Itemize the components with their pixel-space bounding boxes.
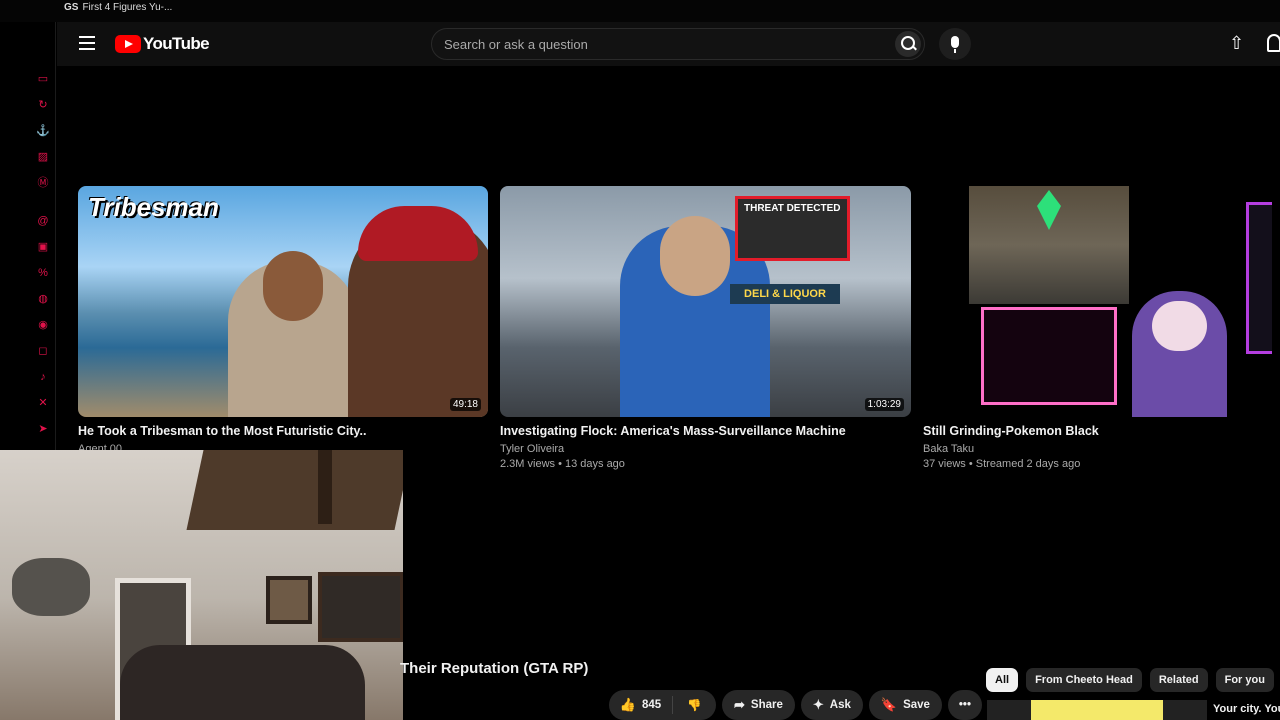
- ask-button[interactable]: ✦ Ask: [800, 690, 863, 720]
- video-thumbnail-1[interactable]: Tribesman 49:18: [78, 186, 488, 417]
- thumbnail-image: [1031, 700, 1163, 720]
- chair: [120, 645, 365, 720]
- ceiling-beam: [318, 450, 332, 524]
- up-next-thumbnail[interactable]: [987, 700, 1207, 720]
- anchor-icon[interactable]: ⚓: [36, 124, 50, 138]
- video-title[interactable]: Still Grinding-Pokemon Black: [923, 424, 1099, 438]
- youtube-play-icon: [115, 35, 141, 53]
- tiktok-icon[interactable]: ♪: [36, 370, 50, 384]
- browser-tab[interactable]: GS First 4 Figures Yu-...: [64, 2, 172, 13]
- search-bar[interactable]: Search or ask a question: [431, 28, 925, 60]
- discord-icon[interactable]: ◉: [36, 318, 50, 332]
- thumbs-up-icon: 👍: [619, 697, 636, 712]
- up-next-title[interactable]: Your city. Your: [1213, 703, 1280, 715]
- instagram-icon[interactable]: ◻: [36, 344, 50, 358]
- thumbnail-text: Tribesman: [88, 192, 220, 222]
- upload-icon[interactable]: ⇧: [1229, 34, 1245, 54]
- duration-badge: 49:18: [449, 398, 481, 411]
- tab-title: First 4 Figures Yu-...: [82, 2, 173, 13]
- wall-plant: [12, 558, 90, 616]
- chip-related[interactable]: Related: [1149, 668, 1208, 692]
- chip-from-channel[interactable]: From Cheeto Head: [1026, 668, 1142, 692]
- chip-all[interactable]: All: [986, 668, 1019, 692]
- more-options-icon[interactable]: •••: [947, 690, 982, 720]
- refresh-icon[interactable]: ↻: [36, 98, 50, 112]
- picture-frame: [318, 572, 403, 642]
- gem-icon: [1037, 190, 1061, 230]
- chip-for-you[interactable]: For you: [1215, 668, 1274, 692]
- like-button[interactable]: 👍 845: [609, 696, 673, 714]
- twitch-icon[interactable]: ▣: [36, 240, 50, 254]
- bookmark-icon: 🔖: [880, 697, 898, 712]
- hamburger-menu-icon[interactable]: [79, 36, 95, 50]
- gamepad-icon[interactable]: ▭: [36, 72, 50, 86]
- video-thumbnail-2[interactable]: THREAT DETECTED DELI & LIQUOR 1:03:29: [500, 186, 911, 417]
- vtuber-avatar: [1132, 291, 1227, 417]
- ask-label: Ask: [829, 699, 851, 711]
- thumbs-down-icon: 👎: [687, 700, 702, 712]
- tab-prefix: GS: [64, 2, 79, 13]
- filter-chips: All From Cheeto Head Related For you R: [986, 668, 1280, 692]
- x-icon[interactable]: ✕: [36, 396, 50, 410]
- like-dislike-group: 👍 845 👎: [609, 690, 716, 720]
- channel-name[interactable]: Agent 00: [78, 443, 122, 450]
- m-icon[interactable]: Ⓜ: [36, 176, 50, 190]
- player-video-title: Their Reputation (GTA RP): [400, 660, 589, 677]
- thumbnail-figure: [348, 206, 488, 417]
- dislike-button[interactable]: 👎: [673, 698, 716, 712]
- taskbar: GS First 4 Figures Yu-...: [0, 0, 1280, 22]
- thumbnail-figure: [228, 251, 358, 417]
- search-input[interactable]: Search or ask a question: [444, 37, 588, 52]
- share-icon: ➦: [734, 697, 745, 712]
- sparkle-icon: ✦: [812, 697, 824, 712]
- whatsapp-icon[interactable]: ◍: [36, 292, 50, 306]
- game-screen-top: [969, 186, 1129, 304]
- notifications-bell-icon[interactable]: [1267, 34, 1280, 52]
- ceiling: [186, 450, 403, 530]
- thumbnail-sign: THREAT DETECTED: [735, 196, 850, 261]
- store-sign: DELI & LIQUOR: [730, 284, 840, 304]
- youtube-header: YouTube Search or ask a question ⇧: [57, 22, 1280, 66]
- microphone-icon[interactable]: [939, 28, 971, 60]
- game-screen-bottom: [981, 307, 1117, 405]
- card-icon[interactable]: ▨: [36, 150, 50, 164]
- duration-badge: 1:03:29: [864, 398, 904, 411]
- logo-text: YouTube: [143, 34, 210, 53]
- video-title[interactable]: He Took a Tribesman to the Most Futurist…: [78, 424, 366, 438]
- like-count: 845: [642, 699, 662, 711]
- channel-name[interactable]: Tyler Oliveira: [500, 443, 564, 455]
- sign-text: THREAT DETECTED: [744, 203, 841, 214]
- video-stats: 2.3M views • 13 days ago: [500, 458, 625, 470]
- player-actions: 👍 845 👎 ➦ Share ✦ Ask 🔖 Save •••: [609, 690, 982, 720]
- save-label: Save: [903, 699, 930, 711]
- webcam-overlay: [0, 450, 403, 720]
- percent-icon[interactable]: %: [36, 266, 50, 280]
- chat-overlay: [1246, 202, 1272, 354]
- share-button[interactable]: ➦ Share: [722, 690, 795, 720]
- video-thumbnail-3[interactable]: [922, 186, 1272, 417]
- search-icon[interactable]: [895, 31, 921, 57]
- video-title[interactable]: Investigating Flock: America's Mass-Surv…: [500, 424, 846, 438]
- youtube-logo[interactable]: YouTube: [115, 34, 210, 54]
- app-sidebar: ▭ ↻ ⚓ ▨ Ⓜ @ ▣ % ◍ ◉ ◻ ♪ ✕ ➤: [0, 22, 56, 450]
- video-stats: 37 views • Streamed 2 days ago: [923, 458, 1081, 470]
- share-label: Share: [750, 699, 783, 711]
- telegram-icon[interactable]: ➤: [36, 422, 50, 436]
- channel-name[interactable]: Baka Taku: [923, 443, 974, 455]
- threads-icon[interactable]: @: [36, 214, 50, 228]
- save-button[interactable]: 🔖 Save: [868, 690, 942, 720]
- picture-frame: [266, 576, 312, 624]
